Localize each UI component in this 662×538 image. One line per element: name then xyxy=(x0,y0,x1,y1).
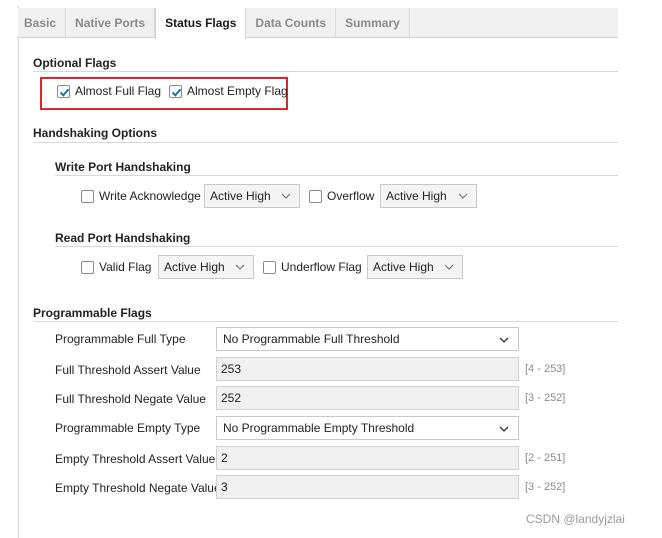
empty-threshold-negate-label: Empty Threshold Negate Value xyxy=(55,481,221,495)
empty-threshold-assert-range: [2 - 251] xyxy=(525,452,566,464)
underflow-flag-select-value: Active High xyxy=(373,260,434,274)
handshaking-options-title: Handshaking Options xyxy=(33,126,158,140)
programmable-empty-type-label: Programmable Empty Type xyxy=(55,421,201,435)
full-threshold-assert-field[interactable]: 253 xyxy=(216,357,519,381)
programmable-full-type-select[interactable]: No Programmable Full Threshold xyxy=(216,327,519,351)
checkbox-unchecked-icon[interactable] xyxy=(81,260,94,274)
almost-full-flag-label: Almost Full Flag xyxy=(75,84,162,98)
empty-threshold-assert-label: Empty Threshold Assert Value xyxy=(55,452,216,466)
programmable-empty-type-select[interactable]: No Programmable Empty Threshold xyxy=(216,416,519,440)
almost-empty-flag-label: Almost Empty Flag xyxy=(187,84,288,98)
panel-left-border xyxy=(18,6,19,538)
tab-summary[interactable]: Summary xyxy=(336,8,410,38)
subsection-divider xyxy=(55,246,618,247)
chevron-down-icon xyxy=(458,193,468,199)
almost-empty-flag-checkbox[interactable]: Almost Empty Flag xyxy=(169,84,288,98)
read-port-handshaking-title: Read Port Handshaking xyxy=(55,231,191,245)
chevron-down-icon xyxy=(281,193,291,199)
underflow-flag-select[interactable]: Active High xyxy=(367,255,463,279)
checkbox-unchecked-icon[interactable] xyxy=(81,189,94,203)
overflow-select[interactable]: Active High xyxy=(380,184,477,208)
chevron-down-icon xyxy=(444,264,454,270)
full-threshold-negate-label: Full Threshold Negate Value xyxy=(55,392,206,406)
checkbox-unchecked-icon[interactable] xyxy=(309,189,322,203)
valid-flag-checkbox[interactable]: Valid Flag xyxy=(81,260,151,274)
valid-flag-select-value: Active High xyxy=(164,260,225,274)
watermark-text: CSDN @landyjzlai xyxy=(526,512,625,526)
section-divider xyxy=(33,142,618,143)
write-acknowledge-checkbox[interactable]: Write Acknowledge xyxy=(81,189,201,203)
full-threshold-negate-field[interactable]: 252 xyxy=(216,386,519,410)
almost-full-flag-checkbox[interactable]: Almost Full Flag xyxy=(57,84,161,98)
tab-native-ports[interactable]: Native Ports xyxy=(66,8,156,38)
programmable-full-type-value: No Programmable Full Threshold xyxy=(223,332,400,346)
section-divider xyxy=(33,71,618,72)
overflow-checkbox[interactable]: Overflow xyxy=(309,189,374,203)
empty-threshold-negate-field[interactable]: 3 xyxy=(216,475,519,499)
tab-data-counts[interactable]: Data Counts xyxy=(246,8,337,38)
section-divider xyxy=(33,321,618,322)
checkbox-checked-icon[interactable] xyxy=(169,84,182,98)
subsection-divider xyxy=(55,175,618,176)
valid-flag-label: Valid Flag xyxy=(99,260,152,274)
tab-basic[interactable]: Basic xyxy=(18,8,67,38)
chevron-down-icon xyxy=(499,426,509,432)
tab-bar: Basic Native Ports Status Flags Data Cou… xyxy=(18,8,618,39)
empty-threshold-negate-range: [3 - 252] xyxy=(525,481,566,493)
chevron-down-icon xyxy=(235,264,245,270)
checkbox-checked-icon[interactable] xyxy=(57,84,70,98)
overflow-label: Overflow xyxy=(327,189,375,203)
settings-panel: Basic Native Ports Status Flags Data Cou… xyxy=(0,0,662,538)
full-threshold-negate-range: [3 - 252] xyxy=(525,392,566,404)
write-acknowledge-select-value: Active High xyxy=(210,189,271,203)
write-acknowledge-select[interactable]: Active High xyxy=(204,184,300,208)
underflow-flag-checkbox[interactable]: Underflow Flag xyxy=(263,260,362,274)
tab-status-flags[interactable]: Status Flags xyxy=(155,8,247,39)
empty-threshold-assert-field[interactable]: 2 xyxy=(216,446,519,470)
valid-flag-select[interactable]: Active High xyxy=(158,255,254,279)
overflow-select-value: Active High xyxy=(386,189,447,203)
write-acknowledge-label: Write Acknowledge xyxy=(99,189,201,203)
programmable-empty-type-value: No Programmable Empty Threshold xyxy=(223,421,415,435)
checkbox-unchecked-icon[interactable] xyxy=(263,260,276,274)
optional-flags-title: Optional Flags xyxy=(33,56,117,70)
programmable-flags-title: Programmable Flags xyxy=(33,306,152,320)
write-port-handshaking-title: Write Port Handshaking xyxy=(55,160,191,174)
programmable-full-type-label: Programmable Full Type xyxy=(55,332,186,346)
full-threshold-assert-range: [4 - 253] xyxy=(525,363,566,375)
underflow-flag-label: Underflow Flag xyxy=(281,260,362,274)
chevron-down-icon xyxy=(499,337,509,343)
full-threshold-assert-label: Full Threshold Assert Value xyxy=(55,363,201,377)
